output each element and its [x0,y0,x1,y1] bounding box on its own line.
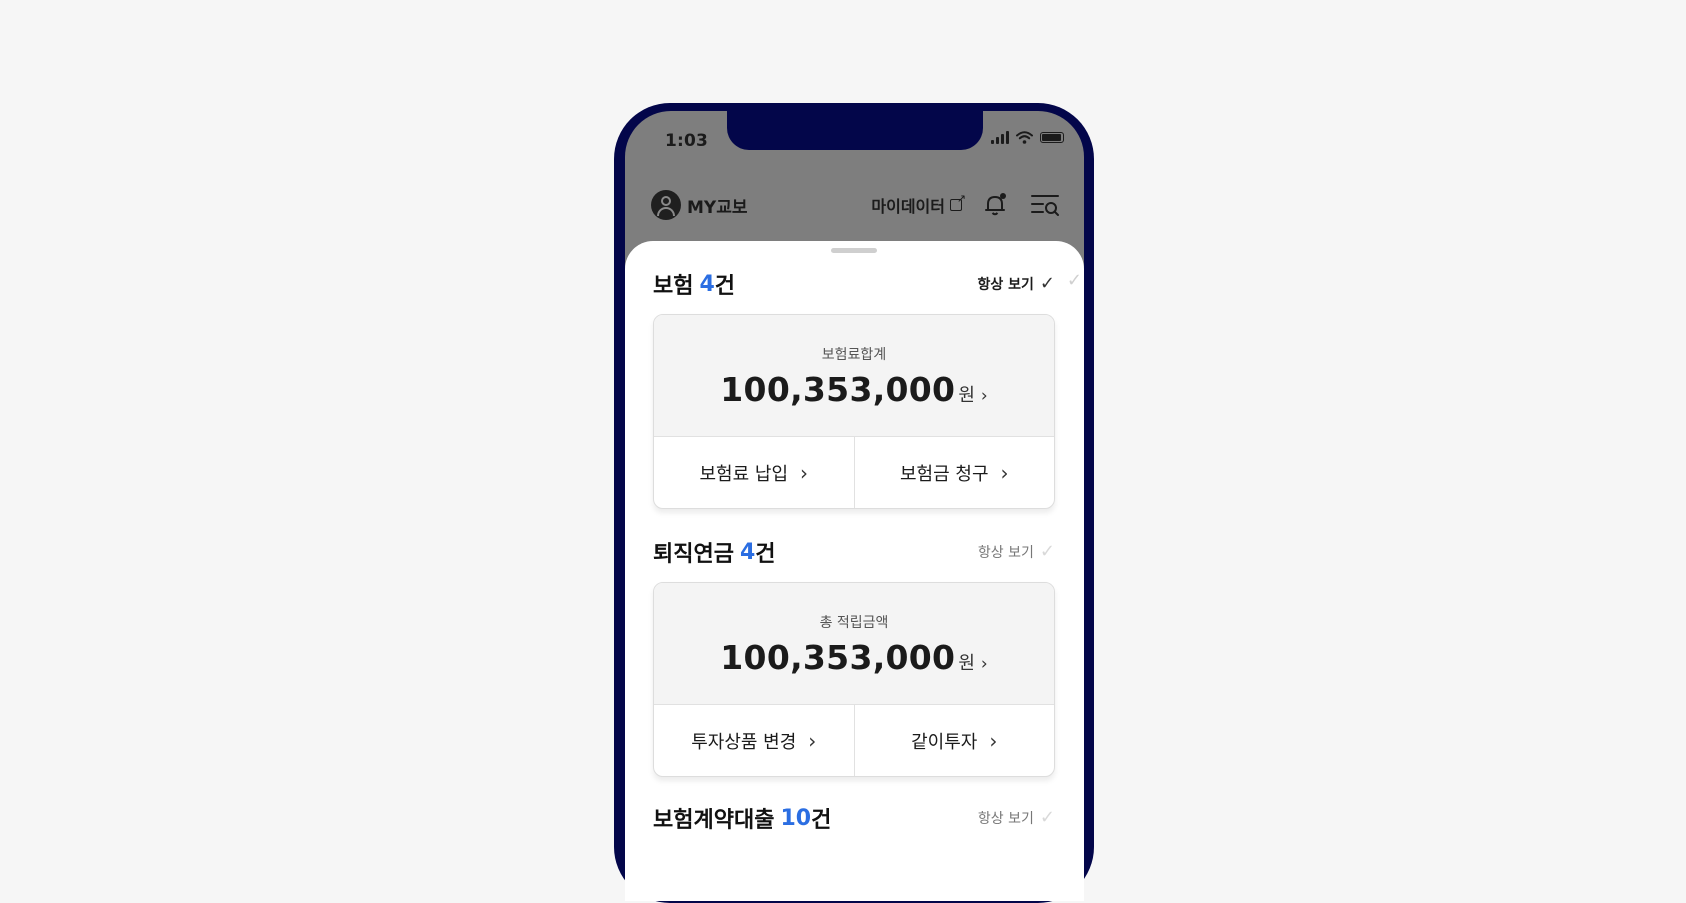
card-actions: 투자상품 변경 › 같이투자 › [654,705,1054,776]
claim-button[interactable]: 보험금 청구 › [853,437,1055,508]
amount-row: 100,353,000 원 › [654,638,1054,677]
insurance-summary-card: 보험료합계 100,353,000 원 › 보험료 납입 › 보험금 청구 › [653,314,1055,509]
check-icon: ✓ [1039,273,1055,294]
section-title: 퇴직연금 4 건 [653,539,776,568]
section-count: 4 [699,271,715,297]
menu-search-icon[interactable] [1030,192,1060,218]
section-count: 4 [739,539,756,565]
card-summary[interactable]: 총 적립금액 100,353,000 원 › [654,583,1054,705]
section-title: 보험계약대출 10 건 [653,805,832,834]
mydata-link[interactable]: 마이데이터 [871,193,945,217]
sheet-drag-handle[interactable] [831,248,877,253]
currency-unit: 원 [958,385,975,406]
change-investment-button[interactable]: 투자상품 변경 › [654,705,854,776]
my-kyobo-link[interactable]: MY교보 [687,193,748,218]
status-icons [991,131,1064,144]
card-label: 총 적립금액 [819,615,889,631]
notch [727,111,983,150]
app-header: MY교보 마이데이터 [651,188,1060,222]
check-icon: ✓ [1039,541,1055,562]
section-count: 10 [780,805,812,831]
chevron-right-icon: › [1000,460,1009,485]
pension-section: 퇴직연금 4 건 항상 보기 ✓ 총 적립금액 100,353,000 원 › [653,538,1055,777]
chevron-right-icon: › [980,654,988,674]
bell-icon[interactable] [982,192,1008,218]
check-icon: ✓ [1066,270,1082,291]
section-header: 보험 4 건 항상 보기 ✓ [653,270,1056,300]
co-invest-button[interactable]: 같이투자 › [853,705,1055,776]
check-icon: ✓ [1039,807,1055,828]
signal-icon [991,131,1009,144]
section-header: 보험계약대출 10 건 항상 보기 ✓ [653,804,1055,834]
pension-summary-card: 총 적립금액 100,353,000 원 › 투자상품 변경 › 같이투자 › [653,582,1055,777]
chevron-right-icon: › [989,728,998,753]
premium-payment-button[interactable]: 보험료 납입 › [654,437,854,508]
avatar-icon[interactable] [651,190,681,220]
card-actions: 보험료 납입 › 보험금 청구 › [654,437,1054,508]
always-show-toggle[interactable]: 항상 보기 ✓ [978,542,1055,562]
section-title: 보험 4 건 [653,271,736,300]
always-show-toggle[interactable]: 항상 보기 ✓ [978,274,1056,294]
wifi-icon [1016,131,1033,144]
section-header: 퇴직연금 4 건 항상 보기 ✓ [653,538,1055,568]
chevron-right-icon: › [808,728,817,753]
currency-unit: 원 [958,653,975,674]
amount-value: 100,353,000 [720,370,956,409]
amount-row: 100,353,000 원 › [654,370,1054,409]
phone-screen: 1:03 MY교보 마이데이터 ↗ 보험 4 건 항상 보기 ✓ 보험료합계 1… [625,111,1084,901]
bottom-sheet: 보험 4 건 항상 보기 ✓ 보험료합계 100,353,000 원 › 보험료… [625,241,1084,901]
card-summary[interactable]: 보험료합계 100,353,000 원 › [654,315,1054,437]
policy-loan-section: 보험계약대출 10 건 항상 보기 ✓ [653,804,1055,834]
amount-value: 100,353,000 [720,638,956,677]
status-time: 1:03 [665,131,709,151]
card-label: 보험료합계 [821,347,887,363]
chevron-right-icon: › [980,386,988,406]
battery-icon [1040,132,1064,143]
insurance-section: 보험 4 건 항상 보기 ✓ 보험료합계 100,353,000 원 › 보험료… [653,270,1055,509]
always-show-toggle[interactable]: 항상 보기 ✓ [978,808,1055,828]
external-link-icon [950,192,966,211]
chevron-right-icon: › [800,460,809,485]
